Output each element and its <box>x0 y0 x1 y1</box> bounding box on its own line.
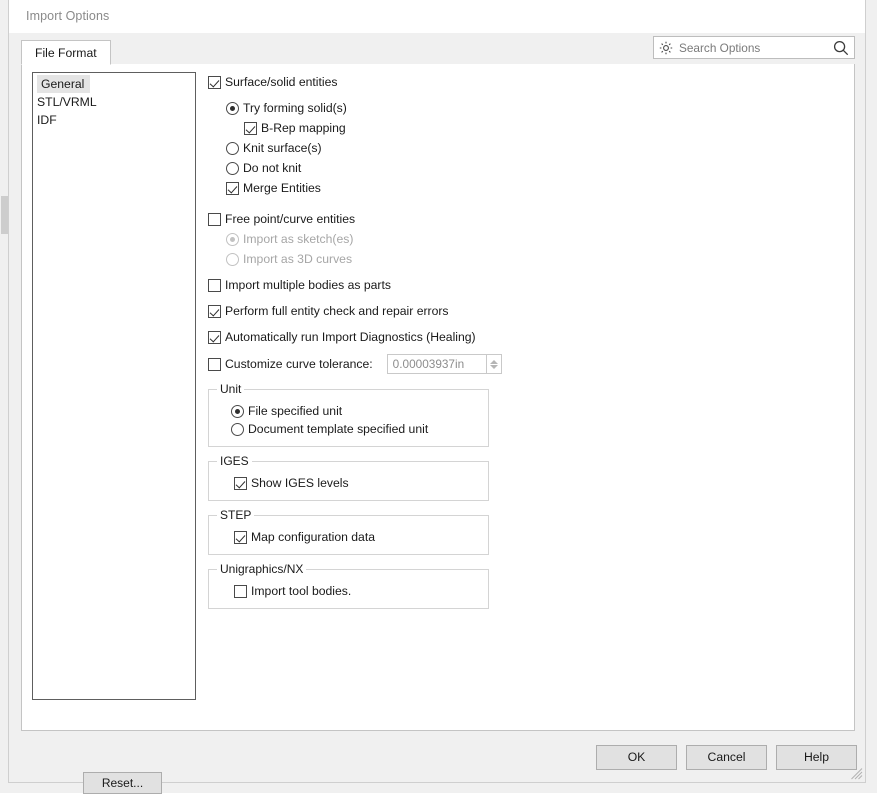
option-import-as-sketches: Import as sketch(es) <box>226 229 828 249</box>
group-unit: Unit File specified unit Document templa… <box>208 383 489 447</box>
option-label: Try forming solid(s) <box>243 100 347 115</box>
dialog-button-bar: OK Cancel Help <box>9 731 865 782</box>
radio-icon <box>226 252 239 266</box>
group-title: IGES <box>217 455 252 467</box>
checkbox-icon[interactable] <box>226 181 239 195</box>
help-button[interactable]: Help <box>776 745 857 770</box>
dialog-title: Import Options <box>26 9 110 23</box>
chevron-up-icon[interactable] <box>489 359 498 364</box>
option-import-multiple-bodies[interactable]: Import multiple bodies as parts <box>208 275 828 295</box>
dialog-titlebar[interactable]: Import Options <box>9 0 865 33</box>
curve-tolerance-stepper[interactable] <box>486 354 502 374</box>
checkbox-icon[interactable] <box>208 304 221 318</box>
option-import-as-3d-curves: Import as 3D curves <box>226 249 828 269</box>
resize-grip[interactable] <box>849 766 863 780</box>
radio-icon[interactable] <box>226 161 239 175</box>
option-label: Import multiple bodies as parts <box>225 277 391 292</box>
group-title: Unigraphics/NX <box>217 563 307 575</box>
radio-icon[interactable] <box>231 404 244 418</box>
option-free-point-curve-entities[interactable]: Free point/curve entities <box>208 209 828 229</box>
checkbox-icon[interactable] <box>244 121 257 135</box>
option-label: Show IGES levels <box>251 475 349 490</box>
options-column: Surface/solid entities Try forming solid… <box>208 72 828 609</box>
option-document-template-unit[interactable]: Document template specified unit <box>231 420 488 438</box>
option-brep-mapping[interactable]: B-Rep mapping <box>244 118 828 138</box>
list-item-stl-vrml[interactable]: STL/VRML <box>33 93 195 111</box>
option-import-tool-bodies[interactable]: Import tool bodies. <box>234 582 488 600</box>
group-title: STEP <box>217 509 255 521</box>
radio-icon <box>226 232 239 246</box>
tab-file-format-label: File Format <box>35 45 97 60</box>
list-item[interactable]: General <box>33 75 195 93</box>
checkbox-icon[interactable] <box>234 530 247 544</box>
option-label: Import as 3D curves <box>243 251 353 266</box>
curve-tolerance-input[interactable]: 0.00003937in <box>386 354 487 374</box>
checkbox-icon[interactable] <box>234 584 247 598</box>
checkbox-icon[interactable] <box>208 278 221 292</box>
option-do-not-knit[interactable]: Do not knit <box>226 158 828 178</box>
checkbox-icon[interactable] <box>208 75 221 89</box>
option-label: Document template specified unit <box>248 421 429 436</box>
group-iges: IGES Show IGES levels <box>208 455 489 501</box>
tabstrip: File Format <box>21 40 855 65</box>
cancel-button[interactable]: Cancel <box>686 745 767 770</box>
option-label: Free point/curve entities <box>225 211 356 226</box>
option-label: Automatically run Import Diagnostics (He… <box>225 329 476 344</box>
option-try-forming-solids[interactable]: Try forming solid(s) <box>226 98 828 118</box>
option-customize-curve-tolerance[interactable]: Customize curve tolerance: 0.00003937in <box>208 353 828 375</box>
radio-icon[interactable] <box>231 422 244 436</box>
option-label: Merge Entities <box>243 180 321 195</box>
background-right-strip <box>866 0 877 793</box>
option-label: File specified unit <box>248 403 343 418</box>
group-title: Unit <box>217 383 245 395</box>
import-options-dialog: Import Options Search Options File Forma… <box>8 0 866 794</box>
option-merge-entities[interactable]: Merge Entities <box>226 178 828 198</box>
checkbox-icon[interactable] <box>208 212 221 226</box>
tab-panel-file-format: General STL/VRML IDF Reset... Surface/so… <box>21 64 855 794</box>
option-label: Do not knit <box>243 160 302 175</box>
option-knit-surfaces[interactable]: Knit surface(s) <box>226 138 828 158</box>
option-perform-full-entity-check[interactable]: Perform full entity check and repair err… <box>208 301 828 321</box>
checkbox-icon[interactable] <box>234 476 247 490</box>
option-map-configuration-data[interactable]: Map configuration data <box>234 528 488 546</box>
option-auto-run-diagnostics[interactable]: Automatically run Import Diagnostics (He… <box>208 327 828 347</box>
file-format-list[interactable]: General STL/VRML IDF <box>32 72 196 700</box>
radio-icon[interactable] <box>226 141 239 155</box>
radio-icon[interactable] <box>226 101 239 115</box>
ok-button[interactable]: OK <box>596 745 677 770</box>
option-label: Perform full entity check and repair err… <box>225 303 449 318</box>
group-step: STEP Map configuration data <box>208 509 489 555</box>
option-label: Import as sketch(es) <box>243 231 354 246</box>
option-file-specified-unit[interactable]: File specified unit <box>231 402 488 420</box>
list-item-idf[interactable]: IDF <box>33 111 195 129</box>
chevron-down-icon[interactable] <box>489 364 498 369</box>
tab-file-format[interactable]: File Format <box>21 40 111 65</box>
option-show-iges-levels[interactable]: Show IGES levels <box>234 474 488 492</box>
option-label: B-Rep mapping <box>261 120 346 135</box>
option-label: Customize curve tolerance: <box>225 356 373 371</box>
option-surface-solid-entities[interactable]: Surface/solid entities <box>208 72 828 92</box>
option-label: Map configuration data <box>251 529 375 544</box>
option-label: Knit surface(s) <box>243 140 322 155</box>
list-item-general[interactable]: General <box>37 75 91 93</box>
checkbox-icon[interactable] <box>208 357 221 371</box>
group-unigraphics-nx: Unigraphics/NX Import tool bodies. <box>208 563 489 609</box>
checkbox-icon[interactable] <box>208 330 221 344</box>
option-label: Import tool bodies. <box>251 583 352 598</box>
option-label: Surface/solid entities <box>225 74 338 89</box>
